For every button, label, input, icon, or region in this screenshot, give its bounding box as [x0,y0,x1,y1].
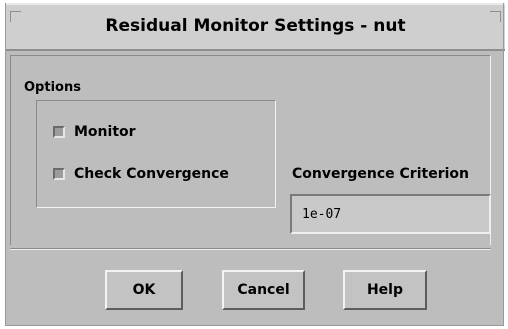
monitor-checkbox-indicator[interactable] [53,126,65,138]
button-separator [10,248,491,250]
window-border-bottom [5,325,504,326]
check-convergence-checkbox-label: Check Convergence [74,166,229,182]
title-bar[interactable]: Residual Monitor Settings - nut [6,3,505,51]
check-convergence-checkbox[interactable]: Check Convergence [53,166,229,182]
window-border-right [503,3,504,326]
monitor-checkbox[interactable]: Monitor [53,124,136,140]
monitor-checkbox-label: Monitor [74,124,136,140]
check-convergence-checkbox-indicator[interactable] [53,168,65,180]
help-button[interactable]: Help [343,270,427,310]
cancel-button[interactable]: Cancel [222,270,305,310]
ok-button[interactable]: OK [105,270,183,310]
options-label: Options [24,80,81,95]
convergence-criterion-input[interactable] [290,194,491,234]
options-group [36,100,276,208]
dialog-title: Residual Monitor Settings - nut [105,16,406,36]
convergence-criterion-label: Convergence Criterion [292,166,469,182]
